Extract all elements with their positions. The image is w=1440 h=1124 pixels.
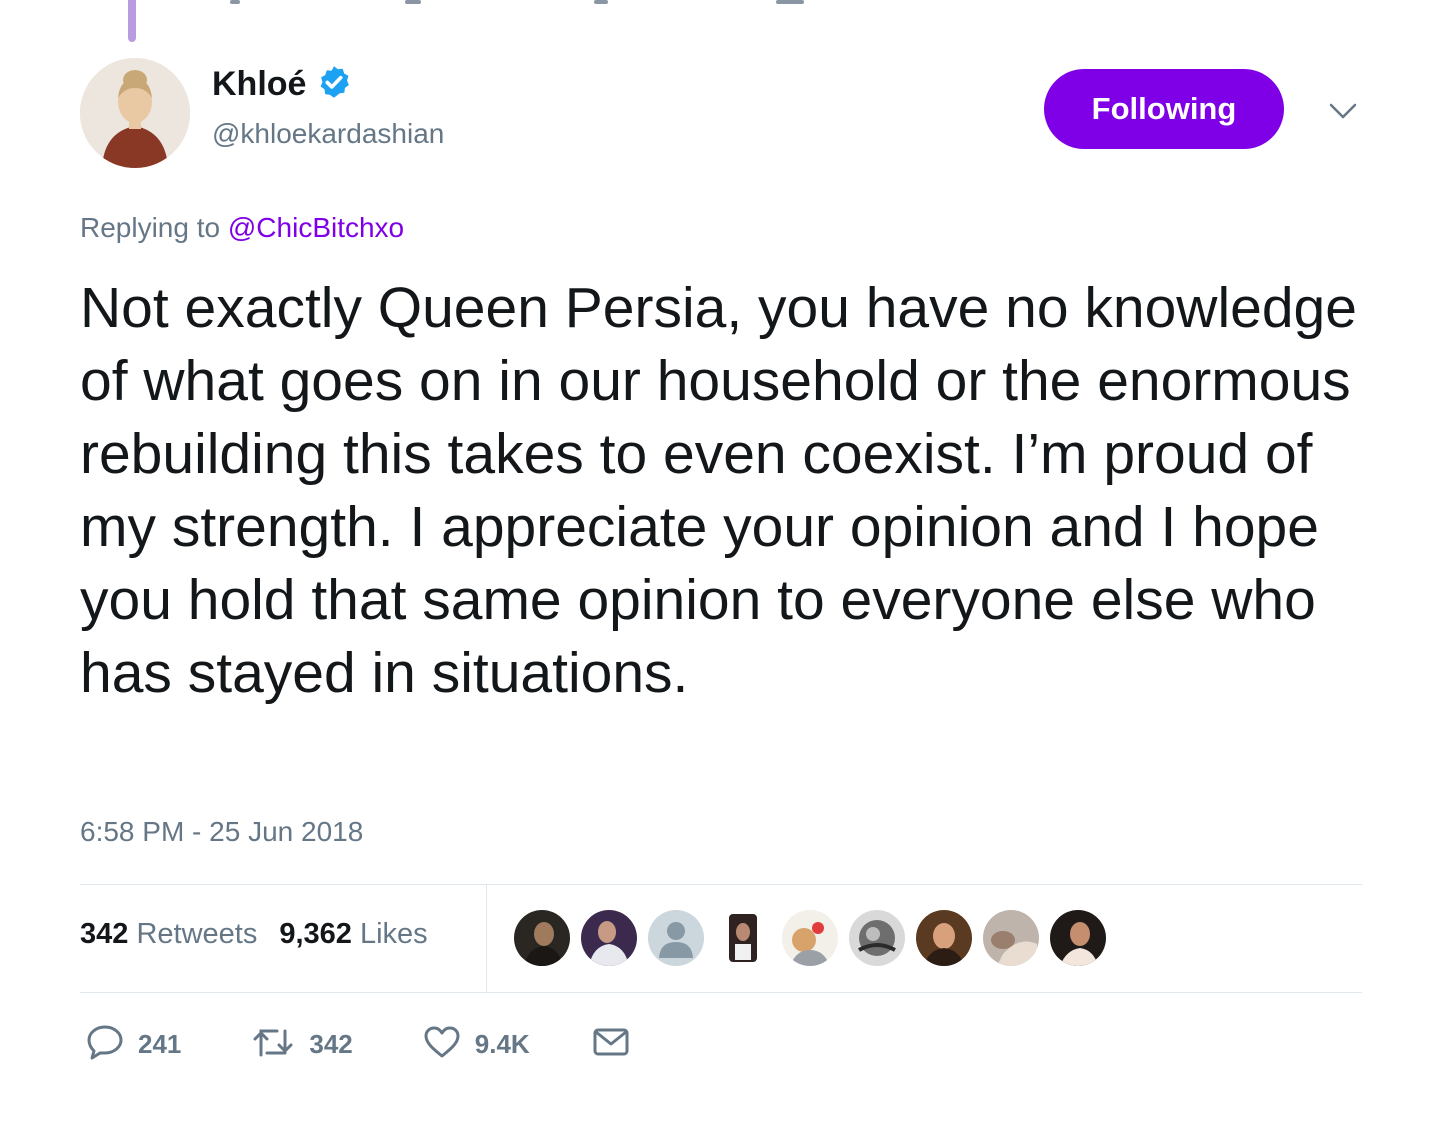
tweet-timestamp[interactable]: 6:58 PM - 25 Jun 2018 [80, 816, 363, 848]
divider [80, 992, 1362, 993]
thread-stub [405, 0, 421, 4]
retweet-action[interactable]: 342 [251, 1025, 353, 1064]
reply-icon [86, 1024, 124, 1065]
liker-avatar[interactable] [648, 910, 704, 966]
divider [80, 884, 1362, 885]
reply-count: 241 [138, 1029, 182, 1059]
heart-icon [423, 1025, 461, 1064]
reply-action[interactable]: 241 [86, 1024, 181, 1065]
retweets-label: Retweets [136, 918, 258, 950]
following-button[interactable]: Following [1044, 69, 1284, 149]
liker-avatar[interactable] [1050, 910, 1106, 966]
replying-to: Replying to @ChicBitchxo [80, 212, 404, 244]
verified-badge-icon [316, 64, 352, 105]
thread-stub [594, 0, 608, 4]
likes-label: Likes [359, 918, 428, 950]
retweets-count: 342 [80, 918, 129, 950]
likes-stat[interactable]: 9,362 Likes [279, 918, 427, 951]
mail-icon [592, 1026, 630, 1063]
like-action[interactable]: 9.4K [423, 1025, 530, 1064]
stats-divider [486, 884, 487, 992]
liker-avatar[interactable] [916, 910, 972, 966]
author-name[interactable]: Khloé [212, 65, 306, 104]
liker-avatar[interactable] [514, 910, 570, 966]
retweet-icon [251, 1025, 295, 1064]
retweet-count: 342 [309, 1029, 353, 1059]
like-count: 9.4K [474, 1029, 530, 1059]
thread-connector-line [128, 0, 136, 42]
direct-message-action[interactable] [592, 1026, 630, 1063]
liker-avatars [514, 910, 1106, 966]
chevron-down-icon[interactable] [1326, 94, 1360, 128]
reply-mention-link[interactable]: @ChicBitchxo [228, 212, 404, 243]
avatar[interactable] [80, 58, 190, 168]
liker-avatar[interactable] [581, 910, 637, 966]
author-name-row[interactable]: Khloé [212, 64, 352, 105]
author-handle[interactable]: @khloekardashian [212, 118, 444, 150]
retweets-stat[interactable]: 342 Retweets [80, 918, 257, 951]
thread-stub [776, 0, 804, 4]
liker-avatar[interactable] [983, 910, 1039, 966]
replying-to-prefix: Replying to [80, 212, 221, 243]
tweet-actions: 241 342 9.4K [86, 1024, 630, 1065]
liker-avatar[interactable] [715, 910, 771, 966]
liker-avatar[interactable] [782, 910, 838, 966]
tweet-stats: 342 Retweets 9,362 Likes [80, 918, 428, 951]
avatar-photo [80, 58, 190, 168]
likes-count: 9,362 [279, 918, 352, 950]
tweet-text: Not exactly Queen Persia, you have no kn… [80, 276, 1357, 705]
thread-stub [230, 0, 240, 4]
liker-avatar[interactable] [849, 910, 905, 966]
